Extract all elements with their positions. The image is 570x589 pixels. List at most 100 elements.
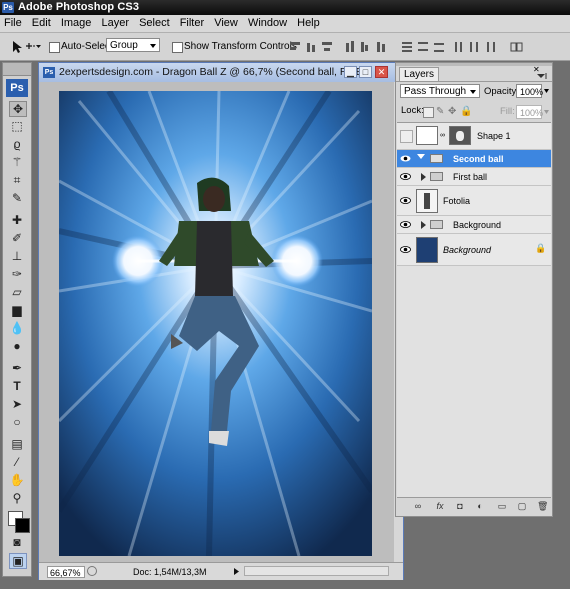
auto-select-value: Group xyxy=(110,40,138,51)
distribute-icons-group[interactable] xyxy=(400,40,505,54)
type-tool-icon[interactable]: T xyxy=(9,379,25,393)
show-transform-checkbox[interactable] xyxy=(172,42,183,53)
marquee-tool-icon[interactable]: ⬚ xyxy=(9,119,25,133)
lock-paint-icon[interactable]: ✎ xyxy=(436,106,444,117)
eye-icon[interactable] xyxy=(400,153,411,164)
opacity-input[interactable]: 100% xyxy=(516,84,543,98)
link-layers-icon[interactable]: ∞ xyxy=(413,502,423,511)
lock-position-icon[interactable]: ✥ xyxy=(448,106,456,117)
layer-row-fotolia[interactable]: Fotolia xyxy=(397,186,551,216)
move-tool-icon[interactable]: ✥ xyxy=(9,101,27,117)
layer-row-shape-1[interactable]: ∞ Shape 1 xyxy=(397,123,551,150)
status-menu-arrow-icon[interactable] xyxy=(233,567,241,576)
layer-row-background[interactable]: Background 🔒 xyxy=(397,234,551,266)
photoshop-logo: Ps xyxy=(2,2,14,13)
menu-file[interactable]: File xyxy=(0,15,25,30)
delete-layer-icon[interactable]: 🗑 xyxy=(537,502,548,511)
auto-select-checkbox[interactable] xyxy=(49,42,60,53)
eye-icon[interactable] xyxy=(400,195,411,206)
background-color-swatch[interactable] xyxy=(15,518,30,533)
zoom-tool-icon[interactable]: ⚲ xyxy=(9,491,25,505)
fill-input[interactable]: 100% xyxy=(516,105,543,119)
lock-transparency-icon[interactable] xyxy=(423,107,434,118)
clone-stamp-tool-icon[interactable]: ⊥ xyxy=(9,249,25,263)
new-layer-icon[interactable]: ▢ xyxy=(517,502,527,511)
layers-footer: ∞ fx ◘ ◐ ▭ ▢ 🗑 xyxy=(397,497,551,516)
doc-size-info: Doc: 1,54M/13,3M xyxy=(133,567,207,577)
minimize-button[interactable]: ▁ xyxy=(344,66,357,78)
horizontal-scrollbar[interactable] xyxy=(244,566,389,576)
layer-row-second-ball[interactable]: Second ball xyxy=(397,150,551,168)
healing-brush-tool-icon[interactable]: ✚ xyxy=(9,213,25,227)
blend-mode-dropdown[interactable]: Pass Through xyxy=(400,84,480,98)
lock-label: Lock: xyxy=(401,105,424,116)
menu-select[interactable]: Select xyxy=(135,15,173,30)
lock-all-icon[interactable]: 🔒 xyxy=(460,106,472,117)
layer-name: Background xyxy=(443,245,492,255)
group-collapsed-icon[interactable] xyxy=(421,173,426,181)
artwork-image xyxy=(59,91,372,556)
menu-filter[interactable]: Filter xyxy=(176,15,207,30)
slice-tool-icon[interactable]: ✎ xyxy=(9,191,25,205)
brush-tool-icon[interactable]: ✐ xyxy=(9,231,25,245)
path-selection-tool-icon[interactable]: ➤ xyxy=(9,397,25,411)
panel-menu-icon[interactable] xyxy=(536,73,548,81)
group-expanded-icon[interactable] xyxy=(417,154,425,159)
chevron-down-icon[interactable] xyxy=(36,44,42,50)
shape-tool-icon[interactable]: ○ xyxy=(9,415,25,429)
lasso-tool-icon[interactable]: ϱ xyxy=(9,137,25,151)
group-collapsed-icon[interactable] xyxy=(421,221,426,229)
status-bar: 66,67% Doc: 1,54M/13,3M xyxy=(39,562,403,580)
move-tool-icon[interactable] xyxy=(10,39,36,55)
lock-icon: 🔒 xyxy=(535,243,547,253)
new-group-icon[interactable]: ▭ xyxy=(497,502,507,511)
document-title-bar[interactable]: Ps 2expertsdesign.com - Dragon Ball Z @ … xyxy=(39,63,403,82)
menu-edit[interactable]: Edit xyxy=(28,15,54,30)
tab-layers[interactable]: Layers xyxy=(399,67,440,82)
quick-mask-icon[interactable]: ◙ xyxy=(9,535,25,549)
toolbox-header[interactable] xyxy=(3,63,31,76)
status-info-icon[interactable] xyxy=(87,566,97,576)
hand-tool-icon[interactable]: ✋ xyxy=(9,473,25,487)
dodge-tool-icon[interactable]: ● xyxy=(9,339,25,353)
canvas-area[interactable] xyxy=(39,82,403,562)
screen-mode-icon[interactable]: ▣ xyxy=(9,553,27,569)
menu-help[interactable]: Help xyxy=(293,15,323,30)
auto-select-dropdown[interactable]: Group xyxy=(106,38,160,52)
opacity-arrow-icon[interactable] xyxy=(544,89,550,94)
visibility-toggle-empty[interactable] xyxy=(400,130,413,143)
layer-row-background-group[interactable]: Background xyxy=(397,216,551,234)
menu-window[interactable]: Window xyxy=(244,15,290,30)
menu-bar: File Edit Image Layer Select Filter View… xyxy=(0,15,570,33)
notes-tool-icon[interactable]: ▤ xyxy=(9,437,25,451)
eye-icon[interactable] xyxy=(400,171,411,182)
artwork-canvas[interactable] xyxy=(59,91,372,556)
panel-drag-bar[interactable] xyxy=(396,63,552,66)
layers-panel: Layers ✕ Pass Through Opacity: 100% Lock… xyxy=(395,62,553,517)
eye-icon[interactable] xyxy=(400,244,411,255)
add-mask-icon[interactable]: ◘ xyxy=(455,502,465,511)
maximize-button[interactable]: □ xyxy=(359,66,372,78)
zoom-level[interactable]: 66,67% xyxy=(47,566,85,578)
menu-image[interactable]: Image xyxy=(57,15,95,30)
history-brush-tool-icon[interactable]: ✑ xyxy=(9,267,25,281)
fill-arrow-icon[interactable] xyxy=(544,110,550,115)
menu-layer[interactable]: Layer xyxy=(97,15,132,30)
close-button[interactable]: ✕ xyxy=(375,66,388,78)
layer-name: First ball xyxy=(453,172,488,182)
layer-style-icon[interactable]: fx xyxy=(435,502,445,511)
align-icons-group[interactable] xyxy=(288,40,393,54)
crop-tool-icon[interactable]: ⌗ xyxy=(9,173,25,187)
pen-tool-icon[interactable]: ✒ xyxy=(9,361,25,375)
auto-align-icon[interactable] xyxy=(510,40,524,54)
eye-icon[interactable] xyxy=(400,219,411,230)
app-title-bar: Ps Adobe Photoshop CS3 xyxy=(0,0,570,15)
blur-tool-icon[interactable]: 💧 xyxy=(9,321,25,335)
magic-wand-tool-icon[interactable]: ⚚ xyxy=(9,155,25,169)
gradient-tool-icon[interactable]: ▆ xyxy=(9,303,25,317)
layer-row-first-ball[interactable]: First ball xyxy=(397,168,551,186)
adjustment-layer-icon[interactable]: ◐ xyxy=(475,502,485,511)
eraser-tool-icon[interactable]: ▱ xyxy=(9,285,25,299)
menu-view[interactable]: View xyxy=(210,15,241,30)
eyedropper-tool-icon[interactable]: ⁄ xyxy=(9,455,25,469)
